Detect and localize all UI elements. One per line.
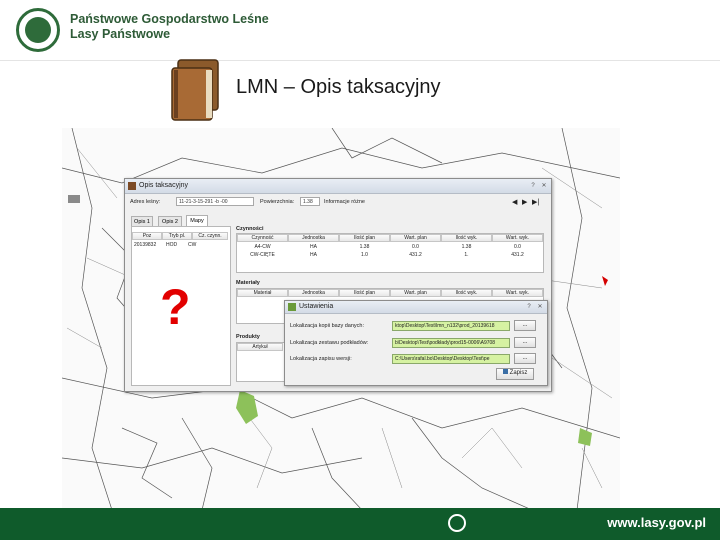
column-header[interactable]: Wart. wyk. [492, 289, 543, 297]
column-header[interactable]: Ilość plan [339, 289, 390, 297]
close-icon[interactable]: ✕ [536, 303, 544, 311]
selected-parcel-marker [602, 276, 608, 286]
back-arrow-icon[interactable]: ◀ [512, 198, 517, 206]
table-cell[interactable]: HA [288, 244, 339, 250]
adres-lesny-field[interactable]: 11-21-3-15-291 -b -00 [176, 197, 254, 206]
column-header[interactable]: Jednostka [288, 289, 339, 297]
dialog-titlebar[interactable]: Ustawienia ? ✕ [285, 301, 547, 314]
table-cell[interactable]: 431.2 [390, 252, 441, 258]
footer-url[interactable]: www.lasy.gov.pl [607, 515, 706, 530]
column-header[interactable]: Wart. plan [390, 289, 441, 297]
save-version-location-field[interactable]: C:\Users\rafal.bo\Desktop\Desktop\Test\p… [392, 354, 510, 364]
footer-logo-icon [448, 514, 466, 532]
czynnosci-label: Czynności [236, 226, 264, 232]
book-stack-icon [171, 59, 219, 121]
organization-name: Państwowe Gospodarstwo Leśne Lasy Państw… [70, 12, 269, 42]
organization-name-line2: Lasy Państwowe [70, 27, 171, 41]
tab-opis-1[interactable]: Opis 1 [131, 216, 153, 226]
basemap-location-field[interactable]: b\Desktop\Test\podkłady\prod15-0006\A970… [392, 338, 510, 348]
window-title: Opis taksacyjny [139, 182, 189, 189]
header-divider [0, 60, 720, 61]
column-header[interactable]: Ilość plan [339, 234, 390, 242]
table-cell[interactable]: 1.0 [339, 252, 390, 258]
dialog-title: Ustawienia [299, 303, 334, 310]
organization-name-line1: Państwowe Gospodarstwo Leśne [70, 12, 269, 26]
table-cell[interactable]: HA [288, 252, 339, 258]
db-copy-location-label: Lokalizacja kopii bazy danych: [290, 323, 364, 329]
table-cell[interactable]: 20139832 [134, 242, 156, 248]
tab-opis-2[interactable]: Opis 2 [158, 216, 182, 226]
column-header[interactable]: Czynność [237, 234, 288, 242]
map-building [68, 195, 80, 203]
column-header[interactable]: Ilość wyk. [441, 289, 492, 297]
table-cell[interactable]: 431.2 [492, 252, 543, 258]
produkty-label: Produkty [236, 334, 260, 340]
footer-bar: www.lasy.gov.pl [0, 508, 720, 540]
column-header-poz[interactable]: Poz [132, 232, 162, 240]
column-header-czynn[interactable]: Cz. czynn. [192, 232, 228, 240]
adres-lesny-label: Adres leśny: [130, 199, 161, 205]
save-button[interactable]: Zapisz [496, 368, 534, 380]
db-copy-location-field[interactable]: ktop\Desktop\Test\lmn_n132\prod_20139618 [392, 321, 510, 331]
green-area [578, 428, 592, 446]
last-arrow-icon[interactable]: ▶| [532, 198, 539, 206]
question-mark-annotation: ? [160, 279, 191, 335]
browse-button[interactable]: ... [514, 337, 536, 348]
window-titlebar[interactable]: Opis taksacyjny ? ✕ [125, 179, 551, 194]
lasy-panstwowe-logo [16, 8, 60, 52]
slide-title: LMN – Opis taksacyjny [236, 76, 441, 98]
tree-emblem-icon [25, 17, 51, 43]
browse-button[interactable]: ... [514, 353, 536, 364]
browse-button[interactable]: ... [514, 320, 536, 331]
table-cell[interactable]: 1. [441, 252, 492, 258]
powierzchnia-label: Powierzchnia: [260, 199, 295, 205]
materialy-label: Materiały [236, 280, 260, 286]
table-cell[interactable]: 0.0 [492, 244, 543, 250]
save-button-label: Zapisz [509, 370, 528, 376]
column-header[interactable]: Ilość wyk. [441, 234, 492, 242]
column-header[interactable]: Wart. plan [390, 234, 441, 242]
basemap-location-label: Lokalizacja zestawu podkładów: [290, 340, 369, 346]
dialog-app-icon [288, 303, 296, 311]
column-header[interactable]: Artykuł [237, 343, 283, 351]
table-cell[interactable]: CW [188, 242, 196, 248]
table-cell[interactable]: 1.38 [339, 244, 390, 250]
table-cell[interactable]: CW-CIĘTE [237, 252, 288, 258]
forward-arrow-icon[interactable]: ▶ [522, 198, 527, 206]
column-header-tryb[interactable]: Tryb pl. [162, 232, 192, 240]
table-cell[interactable]: A4-CW [237, 244, 288, 250]
powierzchnia-field[interactable]: 1.38 [300, 197, 320, 206]
save-icon [502, 369, 508, 374]
column-header[interactable]: Wart. wyk. [492, 234, 543, 242]
column-header[interactable]: Materiał [237, 289, 288, 297]
app-icon [128, 182, 136, 190]
help-icon[interactable]: ? [529, 182, 537, 190]
informacje-rozne-label: Informacje różne [324, 199, 365, 205]
table-cell[interactable]: 0.0 [390, 244, 441, 250]
save-version-location-label: Lokalizacja zapisu wersji: [290, 356, 352, 362]
table-cell[interactable]: 1.38 [441, 244, 492, 250]
table-cell[interactable]: HOD [166, 242, 177, 248]
close-icon[interactable]: ✕ [540, 182, 548, 190]
help-icon[interactable]: ? [525, 303, 533, 311]
green-area [236, 390, 258, 424]
column-header[interactable]: Jednostka [288, 234, 339, 242]
tab-mapy[interactable]: Mapy [186, 215, 208, 226]
